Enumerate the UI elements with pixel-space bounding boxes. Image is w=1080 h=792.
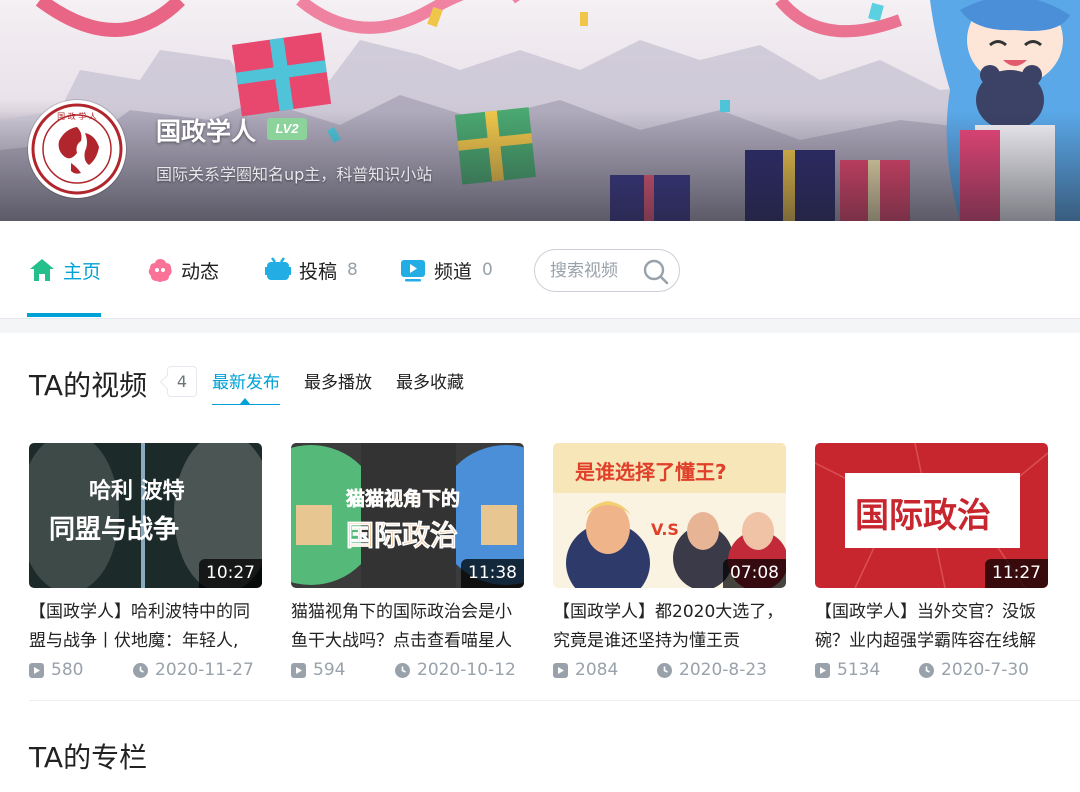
video-duration: 11:38	[461, 559, 524, 588]
publish-date-group: 2020-8-23	[657, 660, 767, 680]
play-count-group: 594	[291, 660, 395, 680]
profile-nav: 主页 动态 投稿 8 频道 0	[0, 221, 1080, 319]
video-thumbnail[interactable]: 国际政治 11:27	[815, 443, 1048, 588]
sort-tab-most-favorited[interactable]: 最多收藏	[396, 368, 464, 405]
play-count-icon	[29, 662, 44, 678]
sort-active-caret	[240, 398, 250, 404]
clock-icon	[919, 662, 934, 678]
sort-tab-most-played[interactable]: 最多播放	[304, 368, 372, 405]
publish-date-group: 2020-11-27	[133, 660, 254, 680]
video-meta: 5134 2020-7-30	[815, 657, 1048, 683]
video-card[interactable]: 国际政治 11:27 【国政学人】当外交官？没饭碗？业内超强学霸阵容在线解 51…	[815, 443, 1048, 683]
video-title[interactable]: 【国政学人】哈利波特中的同盟与战争丨伏地魔：年轻人,	[29, 598, 262, 656]
play-count-icon	[553, 662, 568, 678]
thumb-text: 哈利 波特	[89, 478, 185, 504]
publish-date: 2020-10-12	[417, 660, 516, 680]
thumb-text: 国际政治	[346, 519, 458, 552]
video-card[interactable]: 哈利 波特 同盟与战争 10:27 【国政学人】哈利波特中的同盟与战争丨伏地魔：…	[29, 443, 262, 683]
home-icon	[30, 259, 54, 281]
publish-date: 2020-11-27	[155, 660, 254, 680]
uploads-count: 8	[347, 260, 358, 280]
section-divider	[29, 700, 1080, 701]
column-section-title: TA的专栏	[29, 741, 148, 774]
clock-icon	[133, 662, 148, 678]
video-meta: 2084 2020-8-23	[553, 657, 786, 683]
videos-section-title: TA的视频	[29, 369, 148, 402]
video-thumbnail[interactable]: 猫猫视角下的 国际政治 11:38	[291, 443, 524, 588]
channel-icon	[401, 260, 425, 282]
tab-home[interactable]: 主页	[29, 221, 101, 319]
activity-icon	[148, 259, 172, 282]
video-count-badge: 4	[167, 366, 197, 397]
active-tab-indicator	[27, 313, 101, 317]
channel-count: 0	[482, 260, 493, 280]
svg-text:国 政 学 人: 国 政 学 人	[57, 111, 97, 121]
tab-activity[interactable]: 动态	[147, 221, 219, 319]
thumb-text: 国际政治	[855, 496, 991, 536]
profile-banner: 国 政 学 人 国政学人 LV2 国际关系学圈知名up主，科普知识小站	[0, 0, 1080, 221]
publish-date: 2020-7-30	[941, 660, 1029, 680]
video-thumbnail[interactable]: 是谁选择了懂王? V.S 07:08	[553, 443, 786, 588]
avatar[interactable]: 国 政 学 人	[28, 100, 126, 198]
search-input[interactable]	[550, 260, 646, 282]
user-name: 国政学人	[156, 117, 257, 146]
play-count-group: 580	[29, 660, 133, 680]
video-card[interactable]: 是谁选择了懂王? V.S 07:08 【国政学人】都2020大选了，究竟是谁还坚…	[553, 443, 786, 683]
play-count-group: 2084	[553, 660, 657, 680]
play-count: 580	[51, 660, 84, 680]
video-meta: 594 2020-10-12	[291, 657, 524, 683]
video-card[interactable]: 猫猫视角下的 国际政治 11:38 猫猫视角下的国际政治会是小鱼干大战吗？点击查…	[291, 443, 524, 683]
play-count: 594	[313, 660, 346, 680]
thumb-text: V.S	[651, 520, 679, 539]
section-gap	[0, 319, 1080, 333]
video-title[interactable]: 【国政学人】当外交官？没饭碗？业内超强学霸阵容在线解	[815, 598, 1048, 656]
search-icon[interactable]	[642, 258, 670, 286]
avatar-logo: 国 政 学 人	[31, 103, 123, 195]
video-duration: 07:08	[723, 559, 786, 588]
video-title[interactable]: 【国政学人】都2020大选了，究竟是谁还坚持为懂王贡	[553, 598, 786, 656]
tab-channel-label: 频道	[434, 260, 473, 283]
tab-activity-label: 动态	[181, 260, 220, 283]
uploads-icon	[265, 257, 291, 280]
video-search	[534, 249, 680, 292]
thumb-text: 猫猫视角下的	[346, 487, 460, 510]
clock-icon	[657, 662, 672, 678]
publish-date-group: 2020-7-30	[919, 660, 1029, 680]
play-count: 2084	[575, 660, 619, 680]
tab-uploads[interactable]: 投稿 8	[265, 221, 358, 319]
video-thumbnail[interactable]: 哈利 波特 同盟与战争 10:27	[29, 443, 262, 588]
tab-uploads-label: 投稿	[299, 260, 338, 283]
tab-home-label: 主页	[63, 260, 102, 283]
play-count-icon	[291, 662, 306, 678]
publish-date-group: 2020-10-12	[395, 660, 516, 680]
play-count-icon	[815, 662, 830, 678]
thumb-text: 是谁选择了懂王?	[574, 460, 727, 484]
video-duration: 10:27	[199, 559, 262, 588]
tab-channel[interactable]: 频道 0	[400, 221, 493, 319]
level-badge: LV2	[267, 118, 307, 140]
publish-date: 2020-8-23	[679, 660, 767, 680]
video-title[interactable]: 猫猫视角下的国际政治会是小鱼干大战吗？点击查看喵星人	[291, 598, 524, 656]
thumb-text: 同盟与战争	[49, 515, 179, 545]
play-count-group: 5134	[815, 660, 919, 680]
user-signature: 国际关系学圈知名up主，科普知识小站	[156, 165, 433, 184]
clock-icon	[395, 662, 410, 678]
video-meta: 580 2020-11-27	[29, 657, 262, 683]
video-duration: 11:27	[985, 559, 1048, 588]
play-count: 5134	[837, 660, 881, 680]
